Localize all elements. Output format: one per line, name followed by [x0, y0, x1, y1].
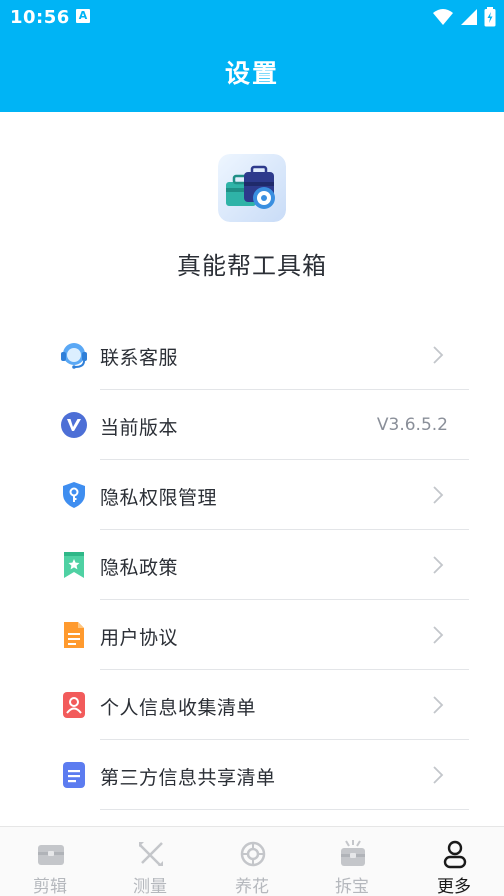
tab-label: 测量: [133, 877, 167, 896]
tab-measure[interactable]: 测量: [100, 827, 200, 896]
ruler-cross-icon: [139, 842, 163, 866]
menu-item-label: 隐私权限管理: [100, 487, 218, 509]
chevron-right-icon: [433, 346, 444, 364]
tab-unbox[interactable]: 拆宝: [302, 827, 402, 896]
status-bar: 10:56 A: [0, 0, 504, 34]
person-card-icon: [63, 692, 85, 718]
list-doc-icon: [63, 762, 85, 788]
menu-item-user-agreement[interactable]: 用户协议: [0, 600, 504, 670]
bottom-tab-bar: 剪辑 测量 养花 拆宝 更多: [0, 826, 504, 896]
menu-item-label: 个人信息收集清单: [100, 697, 257, 719]
battery-icon: [484, 7, 496, 27]
headset-icon: [61, 343, 87, 369]
divider: [100, 809, 469, 810]
status-icons: [432, 7, 496, 27]
chevron-right-icon: [433, 766, 444, 784]
tab-label: 更多: [437, 877, 471, 896]
tab-label: 剪辑: [33, 877, 67, 896]
tab-edit[interactable]: 剪辑: [0, 827, 100, 896]
menu-item-privacy-permissions[interactable]: 隐私权限管理: [0, 460, 504, 530]
status-time: 10:56: [10, 7, 70, 28]
menu-item-label: 当前版本: [100, 417, 179, 439]
bookmark-star-icon: [64, 552, 84, 578]
version-value: V3.6.5.2: [376, 415, 448, 435]
menu-item-label: 用户协议: [100, 627, 179, 649]
menu-item-label: 隐私政策: [100, 557, 179, 579]
chevron-right-icon: [433, 696, 444, 714]
shield-key-icon: [63, 482, 85, 508]
menu-item-contact-service[interactable]: 联系客服: [0, 320, 504, 390]
person-outline-icon: [443, 840, 467, 869]
menu-item-label: 联系客服: [100, 347, 179, 369]
toolbox-logo-icon: [218, 154, 286, 222]
briefcase-icon: [38, 845, 64, 865]
document-icon: [64, 622, 84, 648]
version-v-icon: [61, 412, 87, 438]
menu-item-personal-info-list[interactable]: 个人信息收集清单: [0, 670, 504, 740]
app-name: 真能帮工具箱: [177, 252, 327, 280]
notification-a-icon: A: [76, 9, 90, 23]
app-header: 设置: [0, 34, 504, 112]
tab-flowers[interactable]: 养花: [202, 827, 302, 896]
menu-item-privacy-policy[interactable]: 隐私政策: [0, 530, 504, 600]
tab-label: 养花: [235, 877, 269, 896]
chevron-right-icon: [433, 486, 444, 504]
menu-item-current-version[interactable]: 当前版本 V3.6.5.2: [0, 390, 504, 460]
tab-label: 拆宝: [335, 877, 369, 896]
chevron-right-icon: [433, 556, 444, 574]
page-title: 设置: [224, 59, 279, 88]
tab-more[interactable]: 更多: [404, 827, 504, 896]
gift-box-icon: [341, 840, 365, 866]
menu-item-label: 第三方信息共享清单: [100, 767, 276, 789]
signal-icon: [461, 9, 477, 25]
flower-icon: [240, 841, 266, 867]
chevron-right-icon: [433, 626, 444, 644]
menu-item-third-party-sharing[interactable]: 第三方信息共享清单: [0, 740, 504, 810]
app-logo: [218, 154, 286, 222]
wifi-icon: [433, 9, 453, 25]
